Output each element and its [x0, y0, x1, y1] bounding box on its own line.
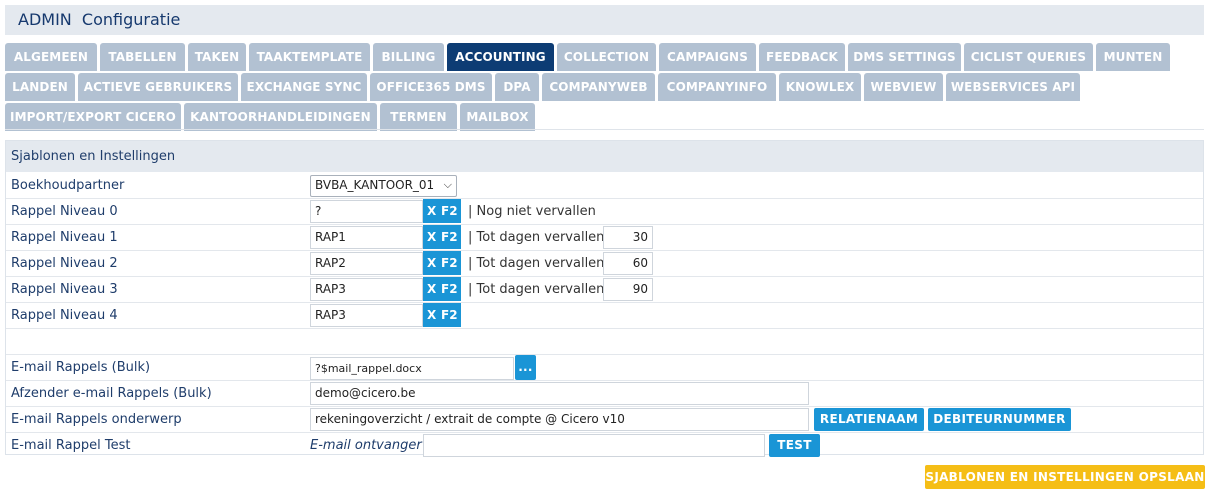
tab-accounting[interactable]: ACCOUNTING — [447, 43, 554, 71]
row-test: E-mail Rappel Test E-mail ontvanger TEST — [6, 433, 1203, 459]
f2-lookup[interactable]: F2 — [441, 225, 458, 249]
rappel-2-days-input[interactable]: 60 — [603, 252, 653, 275]
tab-divider — [5, 129, 1204, 130]
rappel-3-label: Rappel Niveau 3 — [11, 282, 118, 297]
row-email-bulk: E-mail Rappels (Bulk) ?$mail_rappel.docx… — [6, 355, 1203, 381]
panel-header: Sjablonen en Instellingen — [6, 141, 1203, 172]
row-rappel-4: Rappel Niveau 4 RAP3 X F2 — [6, 303, 1203, 329]
page-title: ADMIN Configuratie — [18, 10, 181, 29]
rappel-4-label: Rappel Niveau 4 — [11, 308, 118, 323]
tab-mailbox[interactable]: MAILBOX — [460, 103, 535, 131]
row-afzender: Afzender e-mail Rappels (Bulk) demo@cice… — [6, 381, 1203, 407]
tab-dms-settings[interactable]: DMS SETTINGS — [848, 43, 961, 71]
rappel-0-label: Rappel Niveau 0 — [11, 204, 118, 219]
rappel-3-days-input[interactable]: 90 — [603, 278, 653, 301]
chevron-down-icon: ⌵ — [443, 178, 452, 191]
tab-feedback[interactable]: FEEDBACK — [759, 43, 845, 71]
row-boekhoudpartner: Boekhoudpartner BVBA_KANTOOR_01 ⌵ — [6, 173, 1203, 199]
clear-icon[interactable]: X — [427, 277, 436, 301]
tab-taken[interactable]: TAKEN — [188, 43, 246, 71]
tab-webservices-api[interactable]: WEBSERVICES API — [946, 73, 1080, 101]
settings-panel: Sjablonen en Instellingen Boekhoudpartne… — [5, 140, 1204, 457]
rappel-2-lookup-button[interactable]: X F2 — [423, 251, 461, 275]
relatienaam-button[interactable]: RELATIENAAM — [814, 408, 924, 431]
boekhoudpartner-label: Boekhoudpartner — [11, 178, 125, 193]
ontvanger-input[interactable] — [423, 434, 765, 457]
tab-taaktemplate[interactable]: TAAKTEMPLATE — [249, 43, 370, 71]
tab-collection[interactable]: COLLECTION — [557, 43, 656, 71]
boekhoudpartner-value: BVBA_KANTOOR_01 — [315, 178, 435, 192]
test-label: E-mail Rappel Test — [11, 438, 131, 453]
tab-kantoorhandleidingen[interactable]: KANTOORHANDLEIDINGEN — [184, 103, 377, 131]
onderwerp-input[interactable]: rekeningoverzicht / extrait de compte @ … — [310, 408, 809, 431]
tab-import-export-cicero[interactable]: IMPORT/EXPORT CICERO — [5, 103, 181, 131]
clear-icon[interactable]: X — [427, 199, 436, 223]
row-rappel-1: Rappel Niveau 1 RAP1 X F2 | Tot dagen ve… — [6, 225, 1203, 251]
tab-knowlex[interactable]: KNOWLEX — [779, 73, 861, 101]
tab-ciclist-queries[interactable]: CICLIST QUERIES — [964, 43, 1093, 71]
clear-icon[interactable]: X — [427, 225, 436, 249]
row-rappel-2: Rappel Niveau 2 RAP2 X F2 | Tot dagen ve… — [6, 251, 1203, 277]
tab-munten[interactable]: MUNTEN — [1096, 43, 1170, 71]
row-rappel-3: Rappel Niveau 3 RAP3 X F2 | Tot dagen ve… — [6, 277, 1203, 303]
rappel-0-input[interactable]: ? — [310, 200, 423, 223]
clear-icon[interactable]: X — [427, 251, 436, 275]
tab-termen[interactable]: TERMEN — [380, 103, 457, 131]
tab-exchange-sync[interactable]: EXCHANGE SYNC — [241, 73, 367, 101]
rappel-2-note: | Tot dagen vervallen — [468, 256, 605, 271]
row-onderwerp: E-mail Rappels onderwerp rekeningoverzic… — [6, 407, 1203, 433]
tab-office365-dms[interactable]: OFFICE365 DMS — [370, 73, 492, 101]
rappel-1-label: Rappel Niveau 1 — [11, 230, 118, 245]
row-spacer — [6, 329, 1203, 355]
boekhoudpartner-select[interactable]: BVBA_KANTOOR_01 ⌵ — [310, 175, 457, 197]
onderwerp-label: E-mail Rappels onderwerp — [11, 412, 182, 427]
rappel-1-lookup-button[interactable]: X F2 — [423, 225, 461, 249]
test-button[interactable]: TEST — [769, 434, 820, 457]
rappel-4-input[interactable]: RAP3 — [310, 304, 423, 327]
debiteurnummer-button[interactable]: DEBITEURNUMMER — [928, 408, 1071, 431]
f2-lookup[interactable]: F2 — [441, 251, 458, 275]
rappel-3-note: | Tot dagen vervallen — [468, 282, 605, 297]
clear-icon[interactable]: X — [427, 303, 436, 327]
rappel-0-lookup-button[interactable]: X F2 — [423, 199, 461, 223]
email-bulk-input[interactable]: ?$mail_rappel.docx — [310, 357, 514, 380]
tab-actieve-gebruikers[interactable]: ACTIEVE GEBRUIKERS — [78, 73, 238, 101]
f2-lookup[interactable]: F2 — [441, 277, 458, 301]
browse-button[interactable]: ... — [515, 355, 536, 380]
tab-dpa[interactable]: DPA — [495, 73, 539, 101]
title-bar: ADMIN Configuratie — [5, 5, 1204, 35]
f2-lookup[interactable]: F2 — [441, 199, 458, 223]
email-bulk-label: E-mail Rappels (Bulk) — [11, 360, 151, 375]
rappel-1-days-input[interactable]: 30 — [603, 226, 653, 249]
tab-companyinfo[interactable]: COMPANYINFO — [658, 73, 776, 101]
rappel-3-lookup-button[interactable]: X F2 — [423, 277, 461, 301]
rappel-0-note: | Nog niet vervallen — [468, 204, 596, 219]
f2-lookup[interactable]: F2 — [441, 303, 458, 327]
rappel-3-input[interactable]: RAP3 — [310, 278, 423, 301]
tab-landen[interactable]: LANDEN — [5, 73, 75, 101]
tab-campaigns[interactable]: CAMPAIGNS — [659, 43, 756, 71]
rappel-2-input[interactable]: RAP2 — [310, 252, 423, 275]
rappel-4-lookup-button[interactable]: X F2 — [423, 303, 461, 327]
tab-algemeen[interactable]: ALGEMEEN — [5, 43, 97, 71]
ontvanger-label: E-mail ontvanger — [310, 438, 422, 453]
tab-companyweb[interactable]: COMPANYWEB — [542, 73, 655, 101]
row-rappel-0: Rappel Niveau 0 ? X F2 | Nog niet verval… — [6, 199, 1203, 225]
tab-webview[interactable]: WEBVIEW — [864, 73, 943, 101]
tab-billing[interactable]: BILLING — [373, 43, 444, 71]
tab-tabellen[interactable]: TABELLEN — [100, 43, 185, 71]
save-settings-button[interactable]: SJABLONEN EN INSTELLINGEN OPSLAAN — [925, 465, 1205, 489]
panel-title: Sjablonen en Instellingen — [11, 149, 176, 164]
afzender-label: Afzender e-mail Rappels (Bulk) — [11, 386, 212, 401]
rappel-2-label: Rappel Niveau 2 — [11, 256, 118, 271]
rappel-1-note: | Tot dagen vervallen — [468, 230, 605, 245]
rappel-1-input[interactable]: RAP1 — [310, 226, 423, 249]
afzender-input[interactable]: demo@cicero.be — [310, 382, 809, 405]
